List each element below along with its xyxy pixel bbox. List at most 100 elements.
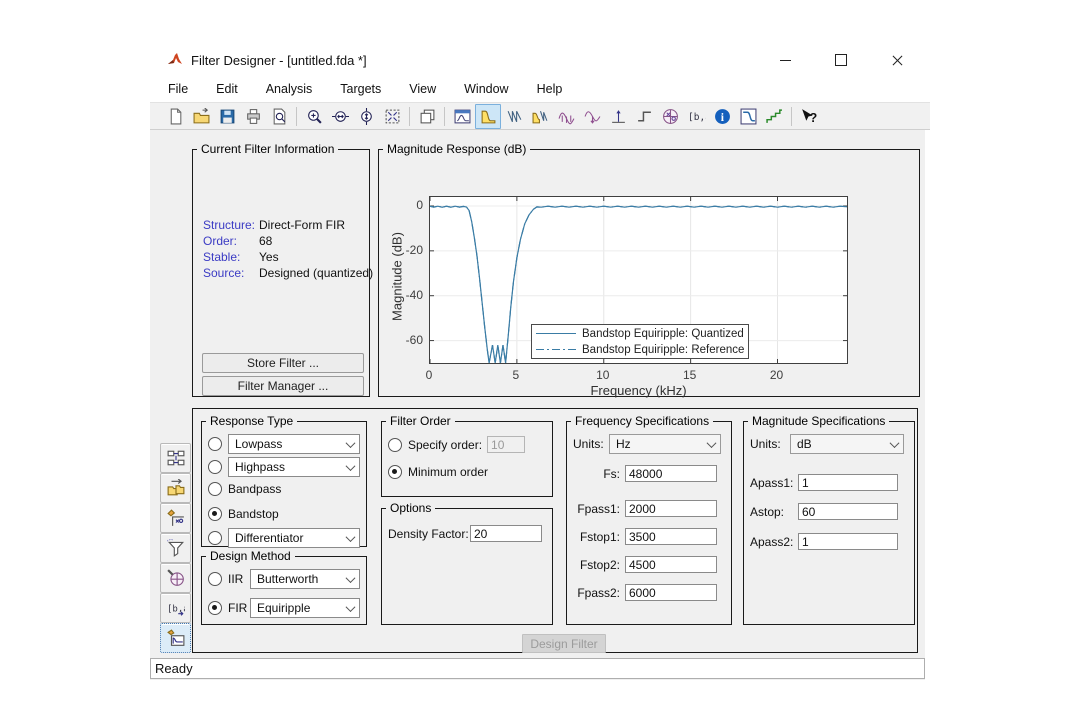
lowpass-radio[interactable] — [208, 437, 222, 451]
chevron-down-icon — [346, 602, 356, 612]
chevron-down-icon — [346, 532, 356, 542]
differentiator-radio[interactable] — [208, 531, 222, 545]
main-area: [b,a] Current Filter Information Structu… — [150, 130, 925, 680]
save-icon[interactable] — [214, 104, 240, 129]
new-file-icon[interactable] — [162, 104, 188, 129]
magnitude-phase-response-icon[interactable] — [527, 104, 553, 129]
source-row: Source:Designed (quantized) — [203, 266, 373, 280]
svg-text:[b,a]: [b,a] — [688, 112, 706, 123]
freq-units-dropdown[interactable]: Hz — [609, 434, 721, 454]
y-tick-label: -20 — [393, 243, 423, 257]
highpass-dropdown[interactable]: Highpass — [228, 457, 360, 477]
fpass1-input[interactable] — [625, 500, 717, 517]
mag-units-row: Units: dB — [744, 428, 914, 454]
fpass2-input[interactable] — [625, 584, 717, 601]
frequency-specs-title: Frequency Specifications — [571, 414, 713, 428]
print-preview-icon[interactable] — [266, 104, 292, 129]
open-file-icon[interactable] — [188, 104, 214, 129]
frequency-specs-panel: Frequency Specifications Units: Hz Fs: F… — [566, 414, 732, 625]
iir-method-dropdown[interactable]: Butterworth — [250, 569, 360, 589]
response-differentiator-row: Differentiator — [208, 528, 360, 548]
pole-zero-plot-icon[interactable] — [657, 104, 683, 129]
magnitude-specs-panel: Magnitude Specifications Units: dB Apass… — [743, 414, 915, 625]
fir-row: FIREquiripple — [208, 598, 360, 618]
iir-radio[interactable] — [208, 572, 222, 586]
chevron-down-icon — [890, 438, 900, 448]
bandstop-radio[interactable] — [208, 507, 222, 521]
fstop2-input[interactable] — [625, 556, 717, 573]
impulse-response-icon[interactable] — [605, 104, 631, 129]
round-off-noise-power-icon[interactable] — [761, 104, 787, 129]
lowpass-dropdown[interactable]: Lowpass — [228, 434, 360, 454]
minimum-order-radio[interactable] — [388, 465, 402, 479]
zoom-y-icon[interactable] — [353, 104, 379, 129]
menu-edit[interactable]: Edit — [216, 82, 238, 96]
full-view-icon[interactable] — [379, 104, 405, 129]
density-factor-input[interactable] — [470, 525, 542, 542]
group-delay-icon[interactable] — [553, 104, 579, 129]
realize-model-icon[interactable] — [160, 443, 191, 473]
design-filter-panel-icon[interactable] — [160, 623, 191, 653]
transform-filter-icon[interactable] — [160, 473, 191, 503]
fir-radio[interactable] — [208, 601, 222, 615]
apass2-input[interactable] — [798, 533, 898, 550]
menu-file[interactable]: File — [168, 82, 188, 96]
window-title: Filter Designer - [untitled.fda *] — [191, 53, 367, 68]
legend-entry-quantized: Bandstop Equiripple: Quantized — [536, 327, 744, 341]
differentiator-dropdown[interactable]: Differentiator — [228, 528, 360, 548]
close-button[interactable] — [882, 49, 912, 71]
zoom-x-icon[interactable] — [327, 104, 353, 129]
mag-units-dropdown[interactable]: dB — [790, 434, 904, 454]
maximize-button[interactable] — [826, 49, 856, 71]
step-response-icon[interactable] — [631, 104, 657, 129]
cascade-windows-icon[interactable] — [414, 104, 440, 129]
filter-order-title: Filter Order — [386, 414, 455, 428]
menu-bar: File Edit Analysis Targets View Window H… — [150, 75, 930, 102]
menu-window[interactable]: Window — [464, 82, 508, 96]
dashdot-line-sample — [536, 349, 576, 350]
specify-order-input[interactable] — [487, 436, 525, 453]
menu-view[interactable]: View — [409, 82, 436, 96]
fs-input[interactable] — [625, 465, 717, 482]
phase-response-icon[interactable] — [501, 104, 527, 129]
fir-method-dropdown[interactable]: Equiripple — [250, 598, 360, 618]
filter-information-icon[interactable]: i — [709, 104, 735, 129]
density-factor-label: Density Factor: — [388, 527, 470, 541]
title-bar: Filter Designer - [untitled.fda *] — [150, 45, 930, 75]
design-method-title: Design Method — [206, 549, 295, 563]
minimize-button[interactable] — [770, 49, 800, 71]
current-filter-info-title: Current Filter Information — [197, 142, 338, 156]
apass1-input[interactable] — [798, 474, 898, 491]
pole-zero-editor-icon[interactable] — [160, 503, 191, 533]
context-help-icon[interactable]: ? — [796, 104, 822, 129]
create-multirate-filter-icon[interactable] — [160, 533, 191, 563]
phase-delay-icon[interactable] — [579, 104, 605, 129]
menu-targets[interactable]: Targets — [340, 82, 381, 96]
structure-row: Structure:Direct-Form FIR — [203, 218, 345, 232]
y-tick-label: -60 — [393, 333, 423, 347]
store-filter-button[interactable]: Store Filter ... — [202, 353, 364, 373]
set-quantization-parameters-icon[interactable] — [160, 563, 191, 593]
menu-help[interactable]: Help — [537, 82, 563, 96]
filter-manager-button[interactable]: Filter Manager ... — [202, 376, 364, 396]
specify-order-radio[interactable] — [388, 438, 402, 452]
import-filter-icon[interactable]: [b,a] — [160, 593, 191, 623]
plot-legend[interactable]: Bandstop Equiripple: Quantized Bandstop … — [531, 324, 749, 359]
fs-row: Fs: — [567, 454, 731, 482]
menu-analysis[interactable]: Analysis — [266, 82, 313, 96]
x-tick-label: 0 — [426, 368, 433, 382]
magnitude-response-icon[interactable] — [475, 104, 501, 129]
response-bandpass-row: Bandpass — [208, 480, 360, 498]
bandpass-radio[interactable] — [208, 482, 222, 496]
astop-input[interactable] — [798, 503, 898, 520]
filter-coefficients-icon[interactable]: [b,a] — [683, 104, 709, 129]
fstop1-input[interactable] — [625, 528, 717, 545]
design-filter-button[interactable]: Design Filter — [522, 634, 606, 653]
x-tick-label: 15 — [683, 368, 696, 382]
highpass-radio[interactable] — [208, 460, 222, 474]
zoom-in-icon[interactable] — [301, 104, 327, 129]
magnitude-response-estimate-icon[interactable] — [735, 104, 761, 129]
print-icon[interactable] — [240, 104, 266, 129]
minimum-order-row: Minimum order — [388, 465, 546, 479]
filter-visualizer-icon[interactable] — [449, 104, 475, 129]
